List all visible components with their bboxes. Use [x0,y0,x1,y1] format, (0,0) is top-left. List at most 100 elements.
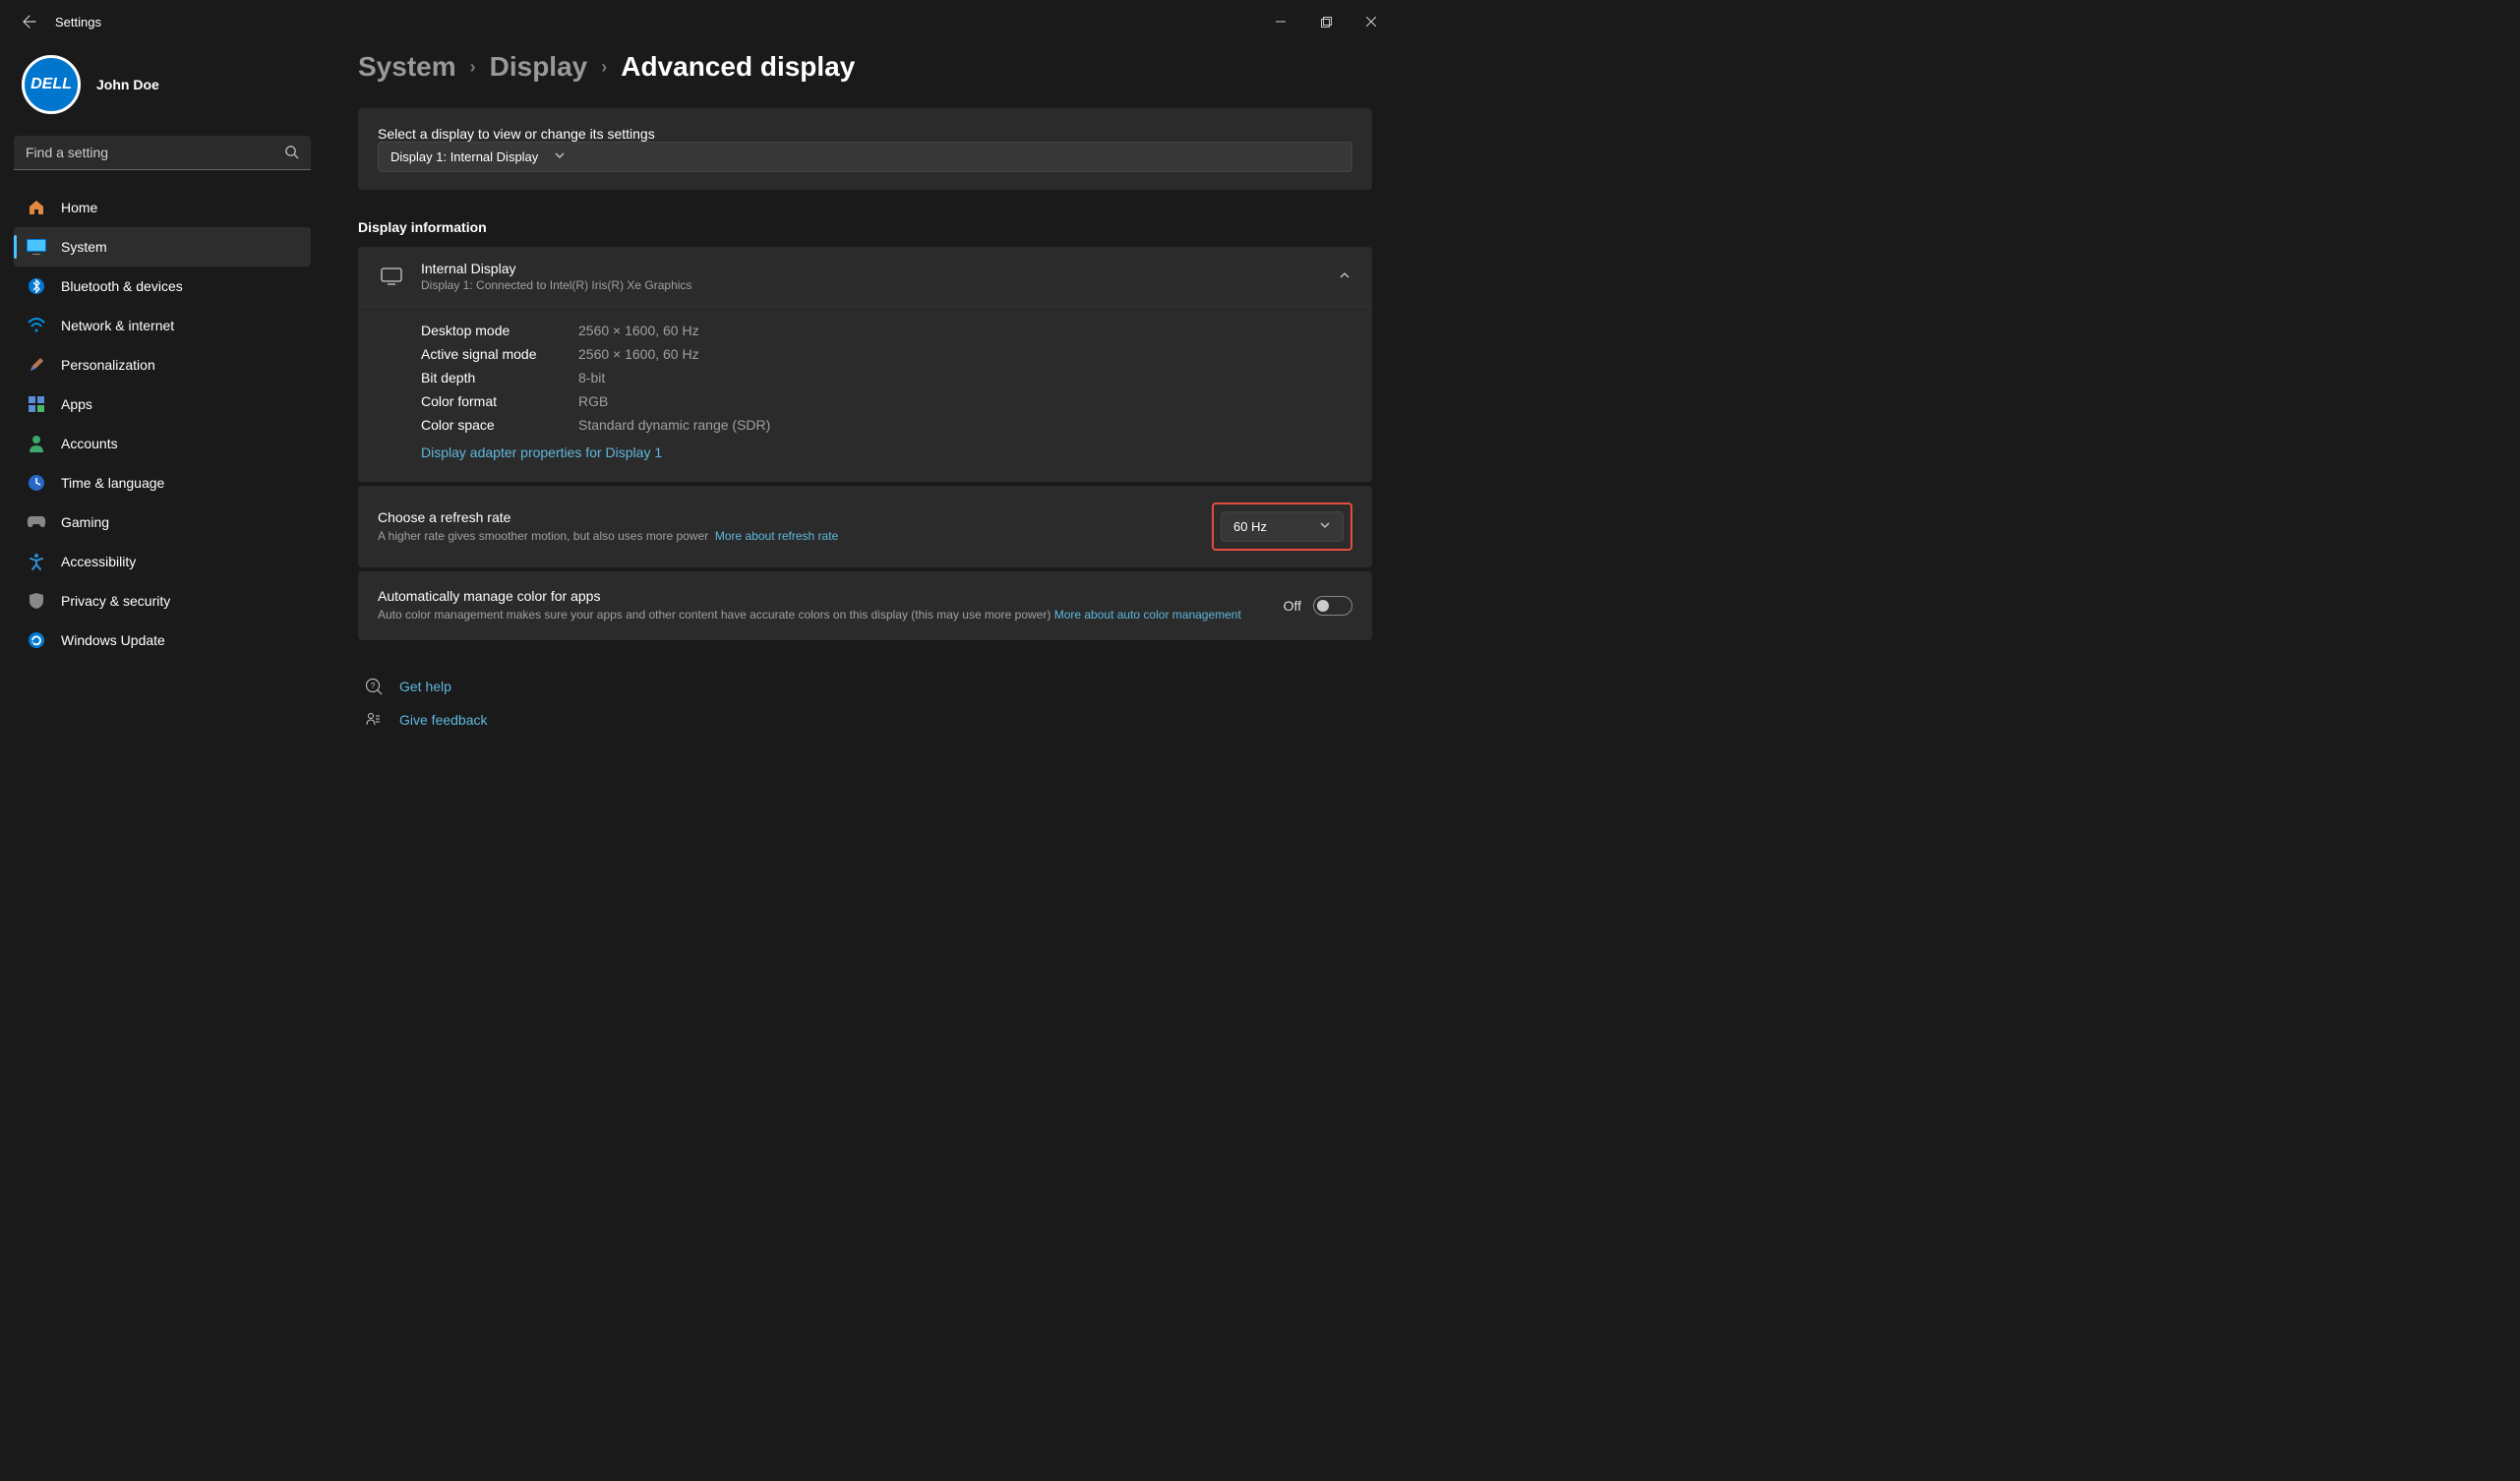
nav-item-label: Privacy & security [61,593,170,609]
display-info-card: Internal Display Display 1: Connected to… [358,247,1372,482]
clock-icon [27,473,46,493]
refresh-rate-subtitle: A higher rate gives smoother motion, but… [378,529,708,543]
give-feedback-link[interactable]: Give feedback [358,703,1372,737]
select-display-prompt: Select a display to view or change its s… [378,126,655,142]
nav-item-label: Gaming [61,514,109,530]
bluetooth-icon [27,276,46,296]
shield-icon [27,591,46,611]
refresh-rate-title: Choose a refresh rate [378,509,1212,525]
search-input[interactable] [14,136,311,170]
nav-item-bluetooth[interactable]: Bluetooth & devices [14,267,311,306]
apps-icon [27,394,46,414]
nav-item-apps[interactable]: Apps [14,385,311,424]
nav-item-label: Time & language [61,475,164,491]
highlight-annotation: 60 Hz [1212,503,1352,551]
nav-item-label: Accessibility [61,554,136,569]
chevron-down-icon [1319,519,1331,534]
breadcrumb: System › Display › Advanced display [358,51,1372,83]
gamepad-icon [27,512,46,532]
nav-item-brush[interactable]: Personalization [14,345,311,385]
detail-value: 2560 × 1600, 60 Hz [578,323,699,338]
refresh-rate-value: 60 Hz [1233,519,1267,534]
nav-item-label: Accounts [61,436,118,451]
chevron-right-icon: › [601,57,607,78]
auto-color-state-label: Off [1284,598,1301,614]
auto-color-card: Automatically manage color for apps Auto… [358,571,1372,640]
footer-links: ? Get help Give feedback [358,670,1372,737]
display-info-detail: Desktop mode2560 × 1600, 60 HzActive sig… [358,306,1372,482]
window-controls [1258,6,1394,37]
detail-key: Color space [421,417,578,433]
search-wrap [14,136,311,170]
back-button[interactable] [12,4,47,39]
breadcrumb-system[interactable]: System [358,51,456,83]
nav-item-gamepad[interactable]: Gaming [14,503,311,542]
display-connection: Display 1: Connected to Intel(R) Iris(R)… [421,278,1321,292]
adapter-properties-link[interactable]: Display adapter properties for Display 1 [421,444,662,460]
nav-item-label: Home [61,200,97,215]
detail-row: Color spaceStandard dynamic range (SDR) [421,413,1350,437]
display-name: Internal Display [421,261,1321,276]
nav-item-system[interactable]: System [14,227,311,267]
content: System › Display › Advanced display Sele… [325,43,1406,826]
chevron-right-icon: › [470,57,476,78]
nav-item-shield[interactable]: Privacy & security [14,581,311,621]
app-title: Settings [55,15,101,30]
detail-key: Bit depth [421,370,578,385]
display-selector-dropdown[interactable]: Display 1: Internal Display [378,142,1352,172]
feedback-icon [364,711,384,729]
auto-color-toggle[interactable] [1313,596,1352,616]
detail-value: Standard dynamic range (SDR) [578,417,770,433]
profile-name: John Doe [96,77,159,92]
refresh-rate-card: Choose a refresh rate A higher rate give… [358,486,1372,567]
breadcrumb-display[interactable]: Display [490,51,588,83]
nav-item-label: Personalization [61,357,155,373]
profile-block[interactable]: DELL John Doe [14,43,311,136]
auto-color-learn-more-link[interactable]: More about auto color management [1054,608,1241,622]
svg-text:?: ? [371,681,376,690]
search-icon [284,145,299,162]
detail-value: 2560 × 1600, 60 Hz [578,346,699,362]
person-icon [27,434,46,453]
refresh-rate-learn-more-link[interactable]: More about refresh rate [715,529,838,543]
nav-item-clock[interactable]: Time & language [14,463,311,503]
nav-item-person[interactable]: Accounts [14,424,311,463]
nav-item-label: System [61,239,107,255]
help-icon: ? [364,678,384,695]
detail-key: Active signal mode [421,346,578,362]
update-icon [27,630,46,650]
get-help-link[interactable]: ? Get help [358,670,1372,703]
maximize-button[interactable] [1303,6,1349,37]
nav-item-label: Bluetooth & devices [61,278,183,294]
titlebar: Settings [0,0,1406,43]
back-arrow-icon [22,14,37,30]
nav-item-update[interactable]: Windows Update [14,621,311,660]
breadcrumb-current: Advanced display [621,51,855,83]
system-icon [27,237,46,257]
sidebar: DELL John Doe Home System Bluetooth & devi… [0,43,325,826]
display-info-heading: Display information [358,219,1372,235]
toggle-knob [1317,600,1329,612]
accessibility-icon [27,552,46,571]
avatar: DELL [22,55,81,114]
minimize-button[interactable] [1258,6,1303,37]
close-button[interactable] [1349,6,1394,37]
detail-row: Bit depth8-bit [421,366,1350,389]
auto-color-subtitle: Auto color management makes sure your ap… [378,608,1050,622]
display-info-expander[interactable]: Internal Display Display 1: Connected to… [358,247,1372,306]
monitor-icon [380,267,403,285]
nav-item-home[interactable]: Home [14,188,311,227]
chevron-down-icon [554,149,566,164]
detail-key: Color format [421,393,578,409]
nav-list: Home System Bluetooth & devices Network & i… [14,188,311,660]
close-icon [1366,17,1376,27]
minimize-icon [1276,17,1286,27]
nav-item-accessibility[interactable]: Accessibility [14,542,311,581]
detail-value: RGB [578,393,608,409]
home-icon [27,198,46,217]
detail-key: Desktop mode [421,323,578,338]
refresh-rate-dropdown[interactable]: 60 Hz [1221,511,1344,542]
nav-item-wifi[interactable]: Network & internet [14,306,311,345]
nav-item-label: Network & internet [61,318,174,333]
display-selector-value: Display 1: Internal Display [390,149,538,164]
